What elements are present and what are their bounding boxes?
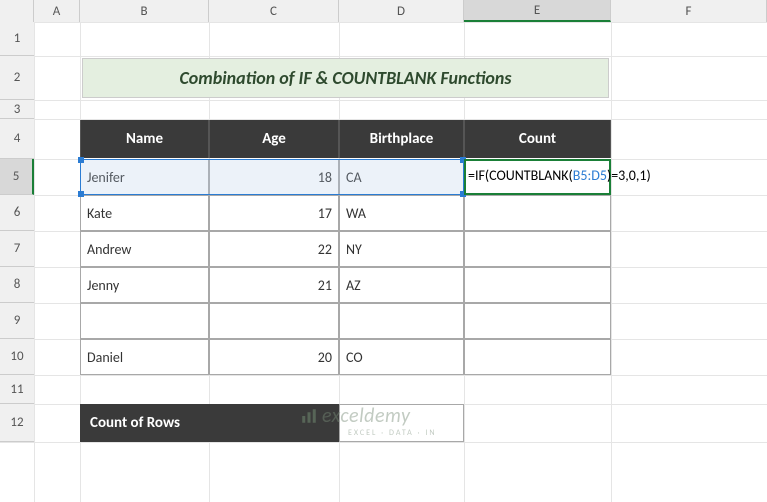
- cell-C7[interactable]: 22: [209, 231, 339, 267]
- row-header-2[interactable]: 2: [0, 56, 34, 100]
- spreadsheet: A B C D E F 1 2 3 4 5 6 7 8 9 10 11 12 C…: [0, 0, 767, 502]
- cell-B6[interactable]: Kate: [80, 195, 209, 231]
- cell-D6[interactable]: WA: [339, 195, 464, 231]
- cell-E9[interactable]: [464, 303, 611, 339]
- cell-D9[interactable]: [339, 303, 464, 339]
- row-header-4[interactable]: 4: [0, 119, 34, 159]
- col-header-F[interactable]: F: [611, 0, 767, 22]
- count-rows-value[interactable]: [339, 404, 464, 442]
- cell-E7[interactable]: [464, 231, 611, 267]
- row-header-10[interactable]: 10: [0, 339, 34, 375]
- row-header-7[interactable]: 7: [0, 231, 34, 267]
- hdr-age[interactable]: Age: [209, 120, 339, 158]
- row-header-6[interactable]: 6: [0, 195, 34, 231]
- row-header-3[interactable]: 3: [0, 100, 34, 119]
- select-all-corner[interactable]: [0, 0, 34, 22]
- col-header-A[interactable]: A: [34, 0, 80, 22]
- cell-E10[interactable]: [464, 339, 611, 375]
- cell-B8[interactable]: Jenny: [80, 267, 209, 303]
- cell-C9[interactable]: [209, 303, 339, 339]
- cell-D8[interactable]: AZ: [339, 267, 464, 303]
- col-header-B[interactable]: B: [80, 0, 209, 22]
- cell-B10[interactable]: Daniel: [80, 339, 209, 375]
- formula-text: =IF(COUNTBLANK(B5:D5)=3,0,1): [468, 167, 651, 184]
- cell-D7[interactable]: NY: [339, 231, 464, 267]
- cell-D5[interactable]: CA: [339, 159, 464, 195]
- cell-C6[interactable]: 17: [209, 195, 339, 231]
- cell-D10[interactable]: CO: [339, 339, 464, 375]
- cell-E8[interactable]: [464, 267, 611, 303]
- row-header-5[interactable]: 5: [0, 159, 34, 195]
- row-header-11[interactable]: 11: [0, 375, 34, 404]
- cell-C8[interactable]: 21: [209, 267, 339, 303]
- col-header-D[interactable]: D: [339, 0, 464, 22]
- cell-B7[interactable]: Andrew: [80, 231, 209, 267]
- cell-E6[interactable]: [464, 195, 611, 231]
- count-rows-label[interactable]: Count of Rows: [80, 404, 339, 442]
- hdr-count[interactable]: Count: [464, 120, 611, 158]
- col-header-E[interactable]: E: [464, 0, 611, 22]
- formula-suffix: )=3,0,1): [607, 167, 651, 184]
- row-header-12[interactable]: 12: [0, 404, 34, 442]
- sheet-title[interactable]: Combination of IF & COUNTBLANK Functions: [82, 58, 609, 98]
- cell-C5[interactable]: 18: [209, 159, 339, 195]
- cell-B5[interactable]: Jenifer: [80, 159, 209, 195]
- cell-B9[interactable]: [80, 303, 209, 339]
- hdr-birthplace[interactable]: Birthplace: [339, 120, 464, 158]
- row-header-1[interactable]: 1: [0, 22, 34, 56]
- cell-C10[interactable]: 20: [209, 339, 339, 375]
- row-header-9[interactable]: 9: [0, 303, 34, 339]
- hdr-name[interactable]: Name: [80, 120, 209, 158]
- formula-ref: B5:D5: [573, 167, 607, 184]
- col-header-C[interactable]: C: [209, 0, 339, 22]
- formula-prefix: =IF(COUNTBLANK(: [468, 167, 573, 184]
- row-header-8[interactable]: 8: [0, 267, 34, 303]
